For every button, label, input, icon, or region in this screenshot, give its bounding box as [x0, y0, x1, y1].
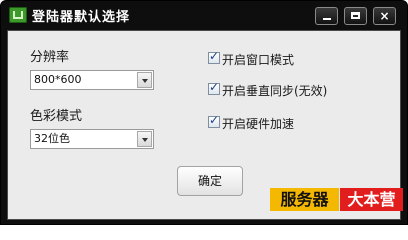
- close-button[interactable]: ×: [373, 7, 396, 25]
- color-mode-value: 32位色: [34, 132, 70, 145]
- color-mode-label: 色彩模式: [30, 109, 83, 124]
- window-title: 登陆器默认选择: [32, 10, 131, 25]
- resolution-select[interactable]: 800*600: [30, 70, 154, 90]
- vsync-label: 开启垂直同步(无效): [222, 84, 328, 98]
- chevron-down-icon[interactable]: [137, 131, 152, 147]
- resolution-value: 800*600: [34, 73, 82, 86]
- hardware-accel-label: 开启硬件加速: [222, 117, 295, 131]
- checkbox-checked-icon[interactable]: [208, 49, 220, 64]
- watermark-left: 服务器: [270, 188, 339, 211]
- checkbox-checked-icon[interactable]: [208, 80, 220, 95]
- minimize-button[interactable]: [315, 7, 338, 25]
- checkbox-checked-icon[interactable]: [208, 113, 220, 128]
- launcher-window: 登陆器默认选择 × 分辨率 800*600 色彩模式 32位色 开启窗口模式 开…: [0, 0, 408, 225]
- resolution-label: 分辨率: [30, 50, 70, 65]
- app-icon: [9, 7, 27, 23]
- confirm-button[interactable]: 确定: [177, 166, 243, 196]
- chevron-down-icon[interactable]: [137, 72, 152, 88]
- watermark-right: 大本营: [340, 188, 403, 211]
- title-bar[interactable]: 登陆器默认选择 ×: [1, 1, 407, 29]
- color-mode-select[interactable]: 32位色: [30, 129, 154, 149]
- maximize-button[interactable]: [344, 7, 367, 25]
- windowed-mode-label: 开启窗口模式: [222, 53, 295, 67]
- close-icon: ×: [379, 9, 390, 23]
